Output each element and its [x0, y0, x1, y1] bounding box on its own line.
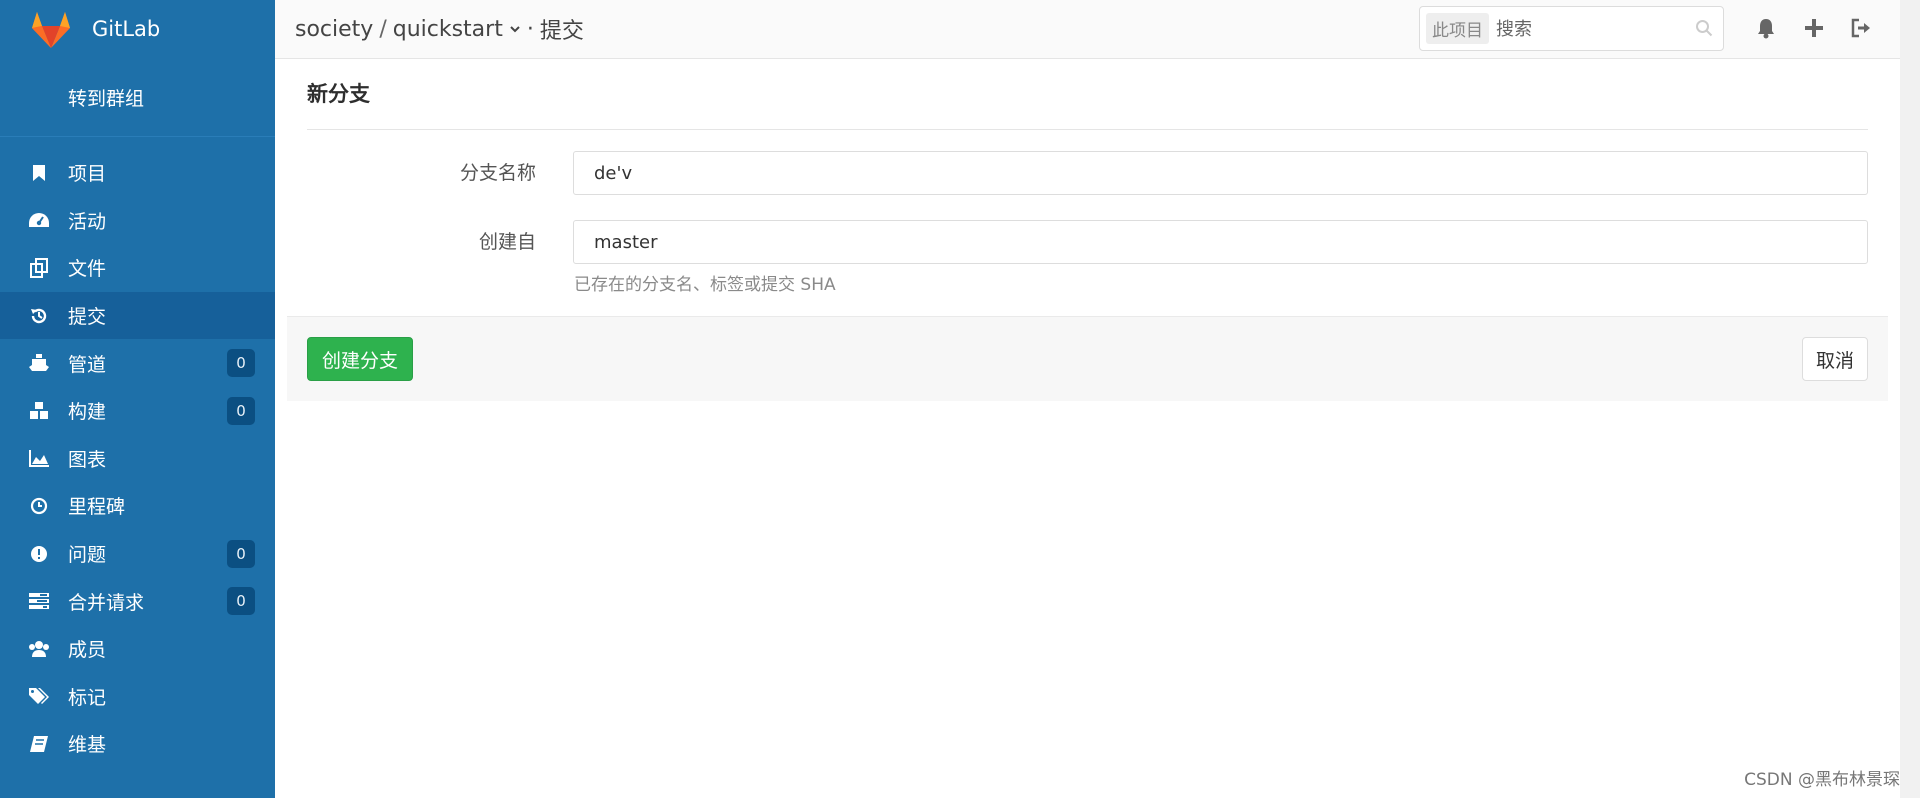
sidebar-item-label: 构建	[68, 401, 107, 424]
files-icon	[28, 257, 50, 279]
sidebar-item-label: 问题	[68, 544, 107, 567]
cancel-button[interactable]: 取消	[1801, 337, 1868, 381]
sidebar-item-label: 标记	[68, 686, 107, 709]
title-divider	[307, 129, 1868, 130]
builds-count-badge: 0	[227, 396, 255, 425]
sign-out-icon[interactable]	[1849, 16, 1873, 40]
page-title: 新分支	[307, 82, 370, 106]
form-actions: 创建分支 取消	[287, 316, 1888, 401]
create-from-help-text: 已存在的分支名、标签或提交 SHA	[574, 275, 836, 295]
merge-requests-count-badge: 0	[227, 587, 255, 616]
sidebar-item-files[interactable]: 文件	[0, 244, 275, 292]
branch-name-label: 分支名称	[459, 162, 536, 184]
branch-name-input[interactable]	[573, 151, 1868, 195]
search-icon	[1696, 20, 1713, 37]
bookmark-icon	[28, 162, 50, 184]
cubes-icon	[28, 400, 50, 422]
pipelines-count-badge: 0	[227, 349, 255, 378]
search-scope-label: 此项目	[1426, 13, 1489, 44]
sidebar-item-label: 图表	[68, 448, 107, 471]
breadcrumb-group-link[interactable]: society	[295, 17, 373, 42]
sidebar-item-label: 文件	[68, 258, 107, 281]
area-chart-icon	[28, 447, 50, 469]
watermark-text: CSDN @黑布林景琛	[1744, 770, 1900, 790]
dashboard-icon	[28, 209, 50, 231]
chevron-down-icon[interactable]	[509, 23, 521, 35]
sidebar-item-pipelines[interactable]: 管道 0	[0, 339, 275, 387]
sidebar-item-builds[interactable]: 构建 0	[0, 387, 275, 435]
exclamation-circle-icon	[28, 543, 50, 565]
book-icon	[28, 733, 50, 755]
scrollbar[interactable]	[1900, 0, 1920, 798]
sidebar-item-label: 成员	[68, 639, 107, 662]
search-input[interactable]	[1494, 14, 1688, 44]
breadcrumb: society / quickstart · 提交	[295, 13, 584, 45]
sidebar-item-commits[interactable]: 提交	[0, 291, 275, 340]
sidebar-item-wiki[interactable]: 维基	[0, 720, 275, 768]
top-header: society / quickstart · 提交 此项目	[275, 0, 1900, 59]
search-box[interactable]: 此项目	[1419, 6, 1724, 51]
sidebar-item-graphs[interactable]: 图表	[0, 435, 275, 483]
app-name: GitLab	[92, 17, 161, 41]
tags-icon	[28, 685, 50, 707]
sidebar: GitLab 转到群组 项目 活动 文件 提交 管道 0 构建 0 图表 里程碑…	[0, 0, 275, 798]
sidebar-item-projects[interactable]: 项目	[0, 149, 275, 197]
breadcrumb-separator: /	[379, 16, 387, 42]
history-icon	[28, 305, 50, 327]
sidebar-item-members[interactable]: 成员	[0, 625, 275, 673]
create-branch-button[interactable]: 创建分支	[307, 337, 414, 381]
breadcrumb-project-link[interactable]: quickstart	[393, 17, 503, 42]
breadcrumb-current-page: 提交	[539, 19, 584, 44]
clock-icon	[28, 495, 50, 517]
sidebar-item-tags[interactable]: 标记	[0, 673, 275, 721]
create-from-input[interactable]	[573, 220, 1868, 264]
issues-count-badge: 0	[227, 539, 255, 568]
sidebar-item-label: 活动	[68, 210, 107, 233]
users-icon	[28, 638, 50, 660]
sidebar-item-label: 管道	[68, 353, 107, 376]
sidebar-item-label: 里程碑	[68, 496, 126, 519]
go-to-group-link[interactable]: 转到群组	[0, 58, 275, 137]
sidebar-item-label: 项目	[68, 163, 107, 186]
sidebar-nav: 项目 活动 文件 提交 管道 0 构建 0 图表 里程碑 问题 0 合并请求 0…	[0, 149, 275, 768]
sidebar-item-activity[interactable]: 活动	[0, 197, 275, 245]
create-from-label: 创建自	[478, 231, 536, 253]
sidebar-item-milestones[interactable]: 里程碑	[0, 482, 275, 530]
breadcrumb-dot: ·	[526, 16, 534, 42]
sidebar-item-issues[interactable]: 问题 0	[0, 530, 275, 578]
sidebar-item-label: 合并请求	[68, 591, 145, 614]
ship-icon	[28, 352, 50, 374]
bell-icon[interactable]	[1754, 16, 1778, 40]
gitlab-logo-icon	[32, 12, 70, 48]
plus-icon[interactable]	[1802, 16, 1826, 40]
brand[interactable]: GitLab	[0, 0, 275, 58]
tasks-icon	[28, 590, 50, 612]
sidebar-item-label: 提交	[68, 306, 107, 329]
sidebar-item-merge-requests[interactable]: 合并请求 0	[0, 577, 275, 625]
sidebar-item-label: 维基	[68, 734, 107, 757]
